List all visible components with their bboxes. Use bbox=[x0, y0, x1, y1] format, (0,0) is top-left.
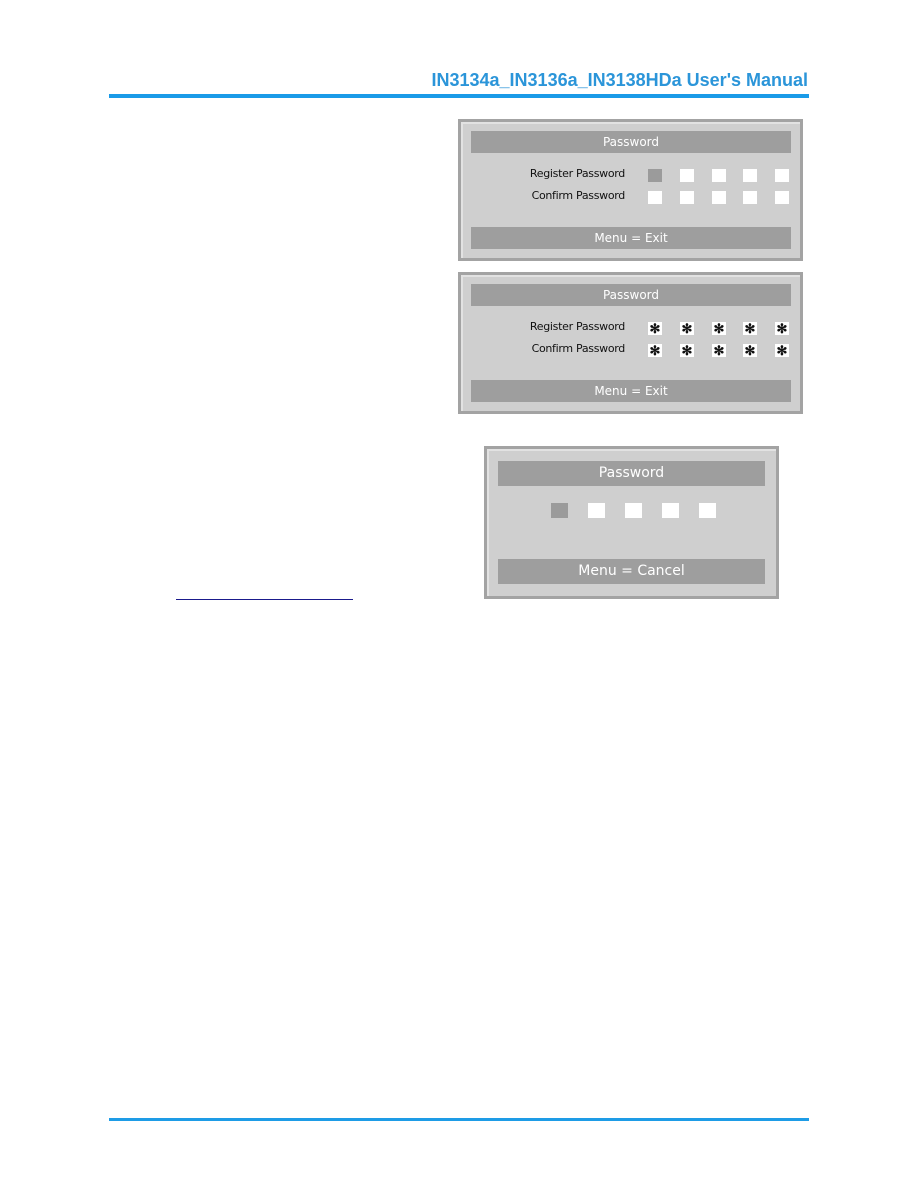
confirm-password-label: Confirm Password bbox=[531, 342, 626, 355]
dialog-title: Password bbox=[471, 284, 791, 306]
asterisk-icon[interactable]: ✻ bbox=[680, 344, 694, 357]
password-digit-cell[interactable] bbox=[625, 503, 642, 518]
footer-rule bbox=[109, 1118, 809, 1121]
dialog-footer-hint: Menu = Exit bbox=[471, 227, 791, 249]
password-dialog-register-empty: Password Register Password Confirm Passw… bbox=[458, 119, 803, 261]
asterisk-icon[interactable]: ✻ bbox=[743, 344, 757, 357]
password-digit-cell[interactable] bbox=[680, 169, 694, 182]
asterisk-icon[interactable]: ✻ bbox=[648, 322, 662, 335]
register-password-label: Register Password bbox=[529, 320, 625, 333]
asterisk-icon[interactable]: ✻ bbox=[712, 344, 726, 357]
password-digit-cell[interactable] bbox=[648, 169, 662, 182]
asterisk-icon[interactable]: ✻ bbox=[743, 322, 757, 335]
password-digit-cell[interactable] bbox=[551, 503, 568, 518]
dialog-footer-hint: Menu = Exit bbox=[471, 380, 791, 402]
asterisk-icon[interactable]: ✻ bbox=[680, 322, 694, 335]
header-rule bbox=[109, 94, 809, 98]
password-digit-cell[interactable] bbox=[775, 169, 789, 182]
password-digit-cell[interactable] bbox=[775, 191, 789, 204]
password-digit-cell[interactable] bbox=[743, 169, 757, 182]
password-dialog-entry: Password Menu = Cancel bbox=[484, 446, 779, 599]
password-digit-cell[interactable] bbox=[712, 169, 726, 182]
dialog-footer-hint: Menu = Cancel bbox=[498, 559, 765, 584]
asterisk-icon[interactable]: ✻ bbox=[775, 344, 789, 357]
asterisk-icon[interactable]: ✻ bbox=[648, 344, 662, 357]
register-password-label: Register Password bbox=[529, 167, 625, 180]
password-digit-cell[interactable] bbox=[743, 191, 757, 204]
confirm-password-label: Confirm Password bbox=[531, 189, 626, 202]
manual-title: IN3134a_IN3136a_IN3138HDa User's Manual bbox=[431, 70, 808, 90]
link-underline[interactable] bbox=[176, 599, 353, 600]
password-digit-cell[interactable] bbox=[699, 503, 716, 518]
password-digit-cell[interactable] bbox=[662, 503, 679, 518]
password-digit-cell[interactable] bbox=[588, 503, 605, 518]
password-digit-cell[interactable] bbox=[680, 191, 694, 204]
dialog-title: Password bbox=[498, 461, 765, 486]
asterisk-icon[interactable]: ✻ bbox=[712, 322, 726, 335]
asterisk-icon[interactable]: ✻ bbox=[775, 322, 789, 335]
dialog-title: Password bbox=[471, 131, 791, 153]
password-dialog-register-filled: Password Register Password Confirm Passw… bbox=[458, 272, 803, 414]
password-digit-cell[interactable] bbox=[712, 191, 726, 204]
password-digit-cell[interactable] bbox=[648, 191, 662, 204]
